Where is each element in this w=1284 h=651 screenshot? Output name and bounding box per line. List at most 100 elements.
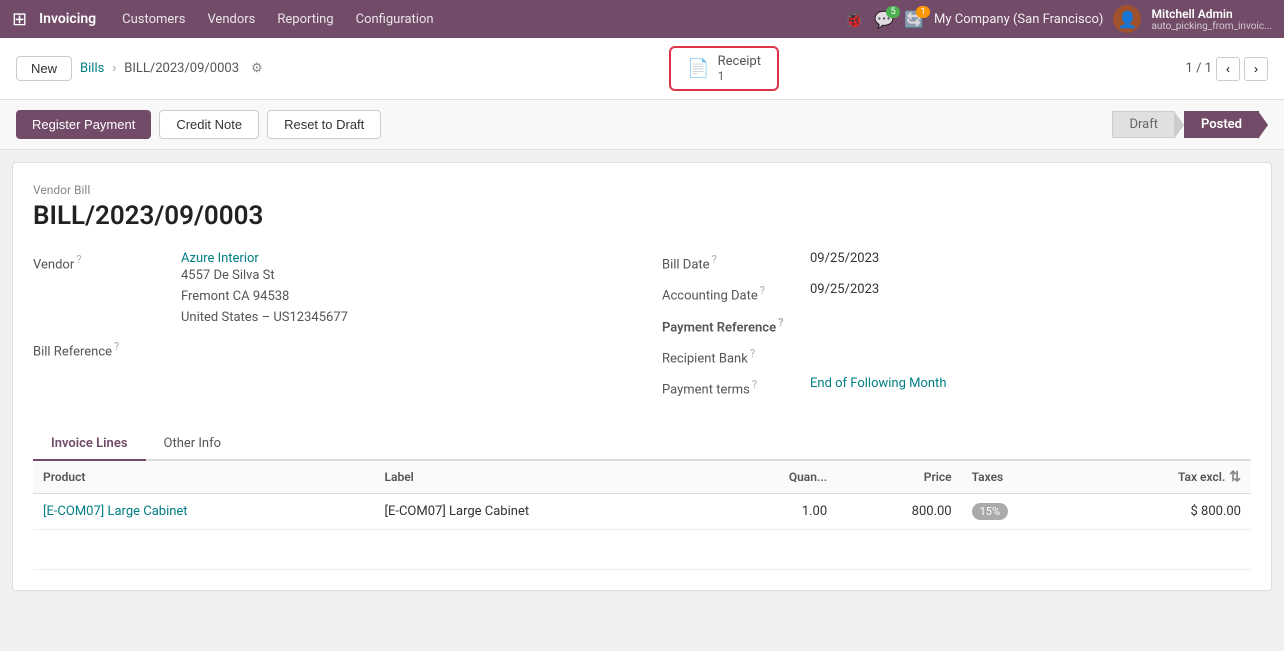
nav-reporting[interactable]: Reporting (267, 8, 343, 31)
breadcrumb-parent[interactable]: Bills (80, 61, 104, 76)
status-arrow-posted (1258, 111, 1268, 139)
vendor-address-2: Fremont CA 94538 (181, 287, 348, 308)
vendor-address-3: United States – US12345677 (181, 308, 348, 329)
payment-reference-field-row: Payment Reference? (662, 314, 1251, 335)
breadcrumb-current: BILL/2023/09/0003 (124, 61, 239, 76)
status-bar: Draft Posted (1112, 111, 1268, 139)
status-draft[interactable]: Draft (1112, 111, 1175, 138)
settings-gear-icon[interactable]: ⚙ (251, 61, 263, 76)
breadcrumb-separator: › (112, 61, 116, 76)
row-product: [E-COM07] Large Cabinet (33, 493, 375, 529)
bill-date-value[interactable]: 09/25/2023 (810, 251, 879, 266)
tab-invoice-lines[interactable]: Invoice Lines (33, 428, 146, 461)
left-column: Vendor? Azure Interior 4557 De Silva St … (33, 251, 642, 408)
reset-to-draft-button[interactable]: Reset to Draft (267, 110, 381, 139)
apps-icon[interactable]: ⊞ (12, 9, 27, 30)
accounting-date-help-icon[interactable]: ? (760, 284, 765, 297)
main-form: Vendor Bill BILL/2023/09/0003 Vendor? Az… (12, 162, 1272, 591)
product-link[interactable]: [E-COM07] Large Cabinet (43, 504, 188, 519)
bill-date-help-icon[interactable]: ? (712, 253, 717, 266)
update-badge: 1 (916, 6, 930, 18)
col-label: Label (375, 461, 717, 494)
payment-terms-label: Payment terms? (662, 376, 802, 397)
avatar[interactable]: 👤 (1113, 5, 1141, 33)
payment-terms-help-icon[interactable]: ? (752, 378, 757, 391)
next-page-button[interactable]: › (1244, 57, 1268, 81)
status-posted[interactable]: Posted (1184, 111, 1259, 138)
row-label: [E-COM07] Large Cabinet (375, 493, 717, 529)
tax-badge: 15% (972, 503, 1008, 520)
invoice-lines-table: Product Label Quan... Price Taxes Tax ex… (33, 461, 1251, 570)
vendor-value: Azure Interior 4557 De Silva St Fremont … (181, 251, 348, 328)
row-tax-excl: $ 800.00 (1079, 493, 1251, 529)
form-grid: Vendor? Azure Interior 4557 De Silva St … (33, 251, 1251, 408)
bill-number-heading: BILL/2023/09/0003 (33, 201, 1251, 231)
col-tax-excl: Tax excl. ⇅ (1079, 461, 1251, 494)
payment-reference-help-icon[interactable]: ? (778, 316, 783, 329)
bill-date-label: Bill Date? (662, 251, 802, 272)
smart-buttons-area: 📄 Receipt 1 (271, 46, 1178, 91)
row-taxes: 15% (962, 493, 1079, 529)
new-button[interactable]: New (16, 56, 72, 81)
col-price: Price (837, 461, 961, 494)
pagination: 1 / 1 ‹ › (1186, 57, 1268, 81)
action-buttons: Register Payment Credit Note Reset to Dr… (16, 110, 381, 139)
username: Mitchell Admin (1151, 7, 1232, 21)
chat-badge: 5 (886, 6, 900, 18)
col-taxes: Taxes (962, 461, 1079, 494)
nav-configuration[interactable]: Configuration (346, 8, 444, 31)
vendor-name[interactable]: Azure Interior (181, 251, 348, 266)
nav-customers[interactable]: Customers (112, 8, 195, 31)
action-bar: Register Payment Credit Note Reset to Dr… (0, 100, 1284, 150)
update-icon[interactable]: 🔄1 (904, 10, 924, 29)
nav-vendors[interactable]: Vendors (197, 8, 265, 31)
topnav-right: 🐞 💬5 🔄1 My Company (San Francisco) 👤 Mit… (844, 5, 1272, 33)
brand-name[interactable]: Invoicing (39, 11, 96, 27)
col-quantity: Quan... (716, 461, 837, 494)
recipient-bank-label: Recipient Bank? (662, 345, 802, 366)
prev-page-button[interactable]: ‹ (1216, 57, 1240, 81)
receipt-count: 1 (718, 69, 761, 83)
table-row: [E-COM07] Large Cabinet [E-COM07] Large … (33, 493, 1251, 529)
recipient-bank-help-icon[interactable]: ? (750, 347, 755, 360)
vendor-address-1: 4557 De Silva St (181, 266, 348, 287)
row-quantity: 1.00 (716, 493, 837, 529)
company-name[interactable]: My Company (San Francisco) (934, 12, 1103, 27)
bill-date-field-row: Bill Date? 09/25/2023 (662, 251, 1251, 272)
top-navigation: ⊞ Invoicing Customers Vendors Reporting … (0, 0, 1284, 38)
breadcrumb-bar: New Bills › BILL/2023/09/0003 ⚙ 📄 Receip… (0, 38, 1284, 100)
vendor-field-row: Vendor? Azure Interior 4557 De Silva St … (33, 251, 602, 328)
right-column: Bill Date? 09/25/2023 Accounting Date? 0… (642, 251, 1251, 408)
receipt-smart-button[interactable]: 📄 Receipt 1 (669, 46, 779, 91)
payment-reference-label: Payment Reference? (662, 314, 802, 335)
adjust-columns-icon[interactable]: ⇅ (1229, 469, 1241, 485)
status-arrow-draft (1174, 111, 1184, 139)
bug-icon[interactable]: 🐞 (844, 10, 864, 29)
bill-reference-help-icon[interactable]: ? (114, 340, 119, 353)
user-info[interactable]: Mitchell Admin auto_picking_from_invoic.… (1151, 7, 1272, 32)
vendor-bill-label: Vendor Bill (33, 183, 1251, 197)
empty-row (33, 529, 1251, 569)
row-price: 800.00 (837, 493, 961, 529)
accounting-date-field-row: Accounting Date? 09/25/2023 (662, 282, 1251, 303)
receipt-label: Receipt (718, 54, 761, 69)
register-payment-button[interactable]: Register Payment (16, 110, 151, 139)
vendor-label: Vendor? (33, 251, 173, 272)
col-product: Product (33, 461, 375, 494)
accounting-date-value[interactable]: 09/25/2023 (810, 282, 879, 297)
chat-icon[interactable]: 💬5 (874, 10, 894, 29)
top-menu: Customers Vendors Reporting Configuratio… (112, 8, 838, 31)
bill-reference-label: Bill Reference? (33, 338, 173, 359)
pagination-text: 1 / 1 (1186, 61, 1212, 76)
payment-terms-value[interactable]: End of Following Month (810, 376, 946, 391)
user-subtitle: auto_picking_from_invoic... (1151, 21, 1272, 32)
recipient-bank-field-row: Recipient Bank? (662, 345, 1251, 366)
bill-reference-field-row: Bill Reference? (33, 338, 602, 359)
vendor-help-icon[interactable]: ? (76, 253, 81, 266)
receipt-info: Receipt 1 (718, 54, 761, 83)
tab-other-info[interactable]: Other Info (146, 428, 240, 461)
payment-terms-field-row: Payment terms? End of Following Month (662, 376, 1251, 397)
receipt-icon: 📄 (687, 58, 709, 79)
tabs-bar: Invoice Lines Other Info (33, 428, 1251, 461)
credit-note-button[interactable]: Credit Note (159, 110, 259, 139)
